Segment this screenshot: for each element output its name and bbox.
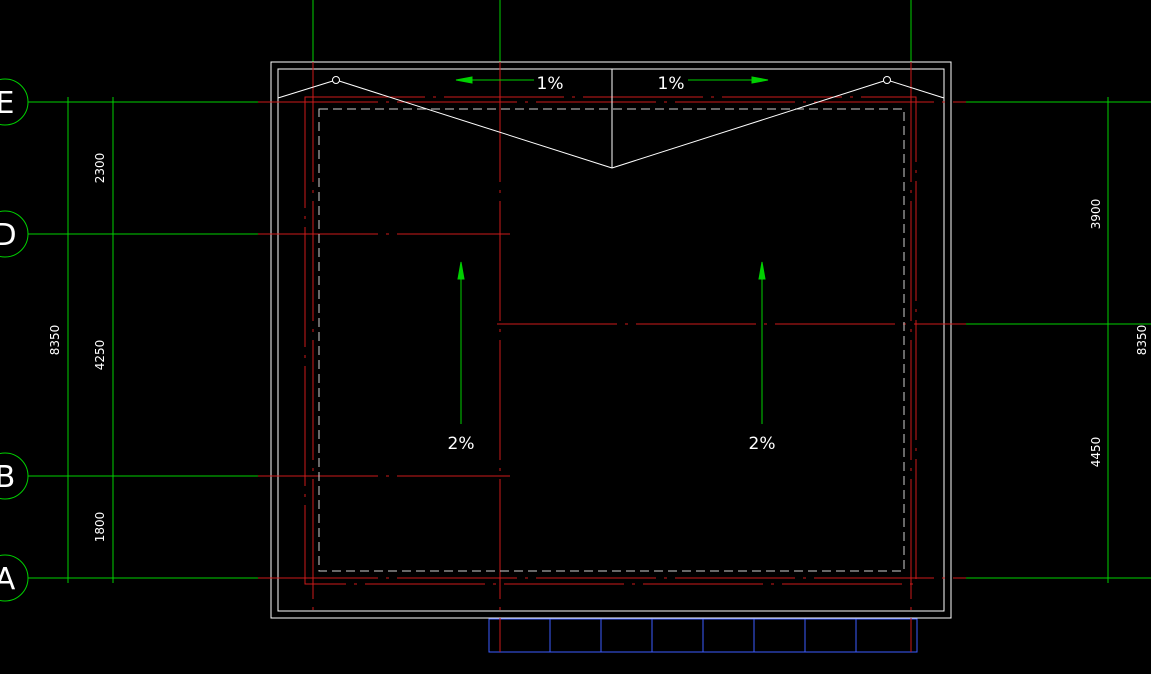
valley-line-right: [611, 79, 888, 169]
slope-label-roof-right: 2%: [749, 434, 776, 454]
slope-label-roof-left: 2%: [448, 434, 475, 454]
arrow-icon: [457, 261, 465, 280]
axis-label-b: B: [0, 460, 15, 495]
dim-text-total: 8350: [48, 325, 62, 356]
valley-line-left: [335, 79, 613, 169]
roof-outline-inner: [277, 68, 945, 612]
horizontal-axis-lines: [28, 101, 1151, 579]
axis-label-a: A: [0, 562, 16, 597]
right-dimension-text: 3900 4450 8350: [1089, 199, 1149, 468]
axis-bubbles: [0, 78, 29, 602]
dim-text: 1800: [93, 512, 107, 543]
top-slope-labels: 1% 1%: [537, 74, 685, 94]
ridge-line: [886, 79, 945, 99]
roof-slope-labels: 2% 2%: [448, 434, 776, 454]
arrow-icon: [455, 76, 473, 84]
arrow-icon: [751, 76, 769, 84]
roof-outline: [270, 61, 952, 619]
dim-text: 3900: [1089, 199, 1103, 230]
gutter-dashed-outline: [318, 108, 905, 572]
dim-text-total: 8350: [1135, 325, 1149, 356]
drain-point-icon[interactable]: [332, 76, 340, 84]
roof-slope-arrows: [457, 261, 766, 424]
axis-labels: E D B A: [0, 86, 17, 597]
ridge-lines: [277, 69, 945, 169]
axis-label-e: E: [0, 86, 14, 121]
left-dimension-text: 2300 4250 1800 8350: [48, 153, 107, 543]
axis-label-d: D: [0, 218, 17, 253]
ground-grid-strip: [488, 618, 918, 653]
roof-outline-outer: [270, 61, 952, 619]
roof-plan-drawing: E D B A 2300 4250 1800 8350 3900 4450 83…: [0, 0, 1151, 653]
vertical-grid-lines: [312, 0, 912, 62]
ridge-line: [277, 79, 337, 99]
slope-label-ridge-left: 1%: [537, 74, 564, 94]
right-dimension-lines: [1102, 97, 1114, 583]
parapet-outline: [304, 96, 917, 585]
drain-point-icon[interactable]: [883, 76, 891, 84]
dim-text: 2300: [93, 153, 107, 184]
dim-text: 4450: [1089, 437, 1103, 468]
left-dimension-lines: [62, 97, 119, 583]
dim-text: 4250: [93, 340, 107, 371]
cad-canvas[interactable]: E D B A 2300 4250 1800 8350 3900 4450 83…: [0, 0, 1151, 669]
slope-label-ridge-right: 1%: [658, 74, 685, 94]
arrow-icon: [758, 261, 766, 280]
